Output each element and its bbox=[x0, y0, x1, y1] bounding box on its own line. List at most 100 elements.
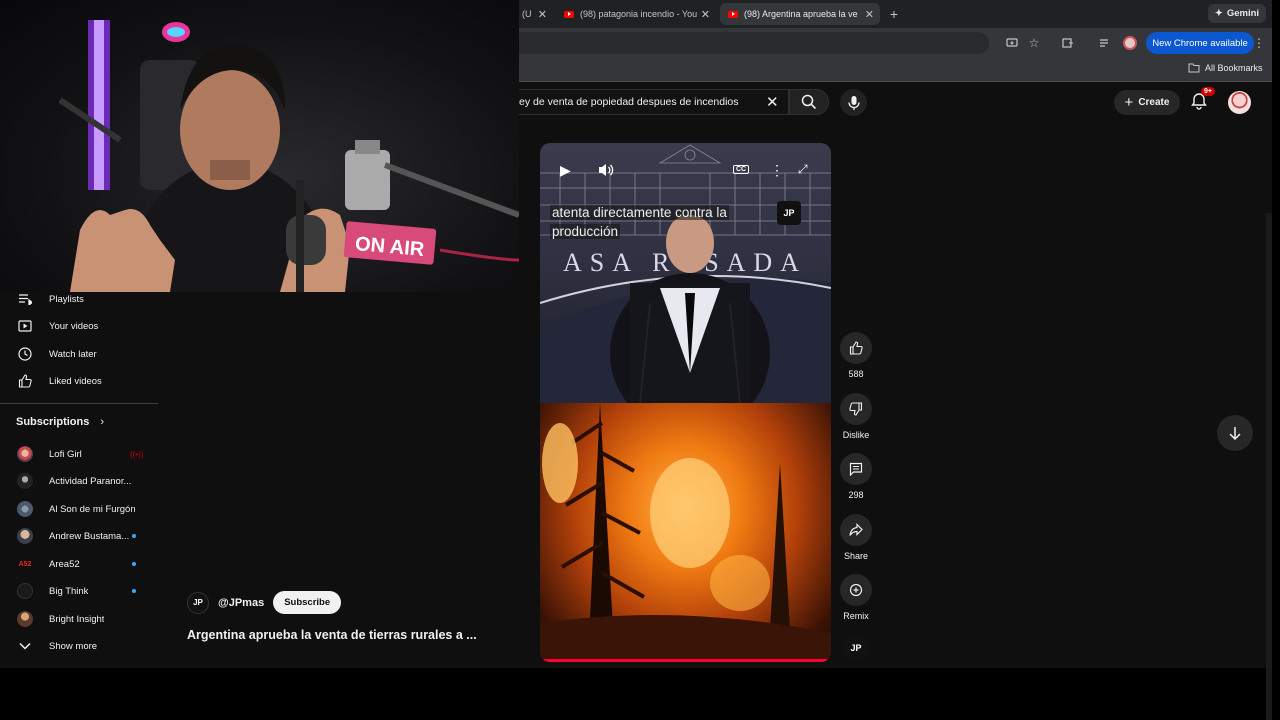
new-chrome-available-button[interactable]: New Chrome available bbox=[1146, 32, 1254, 54]
channel-row: JP @JPmas Subscribe bbox=[187, 591, 342, 614]
tab-2-close-icon[interactable]: ✕ bbox=[701, 8, 710, 21]
extensions-icon[interactable] bbox=[1060, 35, 1076, 51]
subscription-label: Bright Insight bbox=[49, 613, 105, 625]
subscription-big-think[interactable]: Big Think bbox=[0, 578, 158, 604]
share-label: Share bbox=[843, 551, 869, 561]
subscription-andrew-bustamante[interactable]: Andrew Bustama... bbox=[0, 523, 158, 549]
bookmark-star-icon[interactable]: ☆ bbox=[1026, 35, 1042, 51]
video-caption: atenta directamente contra la producción bbox=[550, 203, 780, 241]
webcam-overlay: ON AIR bbox=[0, 0, 519, 292]
create-button[interactable]: + Create bbox=[1114, 90, 1180, 115]
sidebar-show-more[interactable]: Show more bbox=[0, 633, 158, 659]
shorts-video-player[interactable]: ASA ROSADA atenta directamente contra la… bbox=[540, 143, 831, 662]
tab-1[interactable]: (U ✕ bbox=[519, 3, 553, 25]
clear-search-icon[interactable]: ✕ bbox=[766, 93, 779, 111]
video-progress-bar[interactable] bbox=[540, 659, 831, 662]
tab-3-close-icon[interactable]: ✕ bbox=[865, 8, 874, 21]
channel-avatar bbox=[17, 501, 33, 517]
youtube-favicon-icon bbox=[564, 10, 574, 18]
omnibox[interactable] bbox=[519, 32, 989, 54]
like-button[interactable]: 588 bbox=[839, 332, 873, 379]
thumbs-up-icon bbox=[840, 332, 872, 364]
youtube-favicon-icon bbox=[728, 10, 738, 18]
channel-avatar[interactable]: JP bbox=[187, 591, 209, 614]
video-title[interactable]: Argentina aprueba la venta de tierras ru… bbox=[187, 628, 477, 642]
tab-1-close-icon[interactable]: ✕ bbox=[538, 8, 547, 21]
subscription-al-son-de-mi-furgon[interactable]: Al Son de mi Furgón bbox=[0, 496, 158, 522]
caption-line-1: atenta directamente contra la bbox=[550, 205, 729, 220]
channel-avatar: A52 bbox=[17, 556, 33, 572]
reading-list-icon[interactable] bbox=[1097, 35, 1113, 51]
channel-handle[interactable]: @JPmas bbox=[218, 597, 264, 609]
sidebar-item-your-videos[interactable]: Your videos bbox=[0, 313, 158, 339]
channel-avatar bbox=[17, 611, 33, 627]
share-button[interactable]: Share bbox=[839, 514, 873, 561]
sidebar-item-watch-later[interactable]: Watch later bbox=[0, 341, 158, 367]
channel-avatar bbox=[17, 583, 33, 599]
playlists-icon bbox=[17, 291, 33, 307]
more-options-icon[interactable]: ⋮ bbox=[770, 162, 784, 179]
subscription-label: Area52 bbox=[49, 558, 80, 570]
liked-videos-icon bbox=[17, 373, 33, 389]
like-count: 588 bbox=[848, 369, 864, 379]
chevron-down-icon bbox=[17, 638, 33, 654]
search-button[interactable] bbox=[789, 89, 829, 115]
remix-button[interactable]: Remix bbox=[839, 574, 873, 621]
subscription-actividad-paranormal[interactable]: Actividad Paranor... bbox=[0, 468, 158, 494]
share-icon bbox=[840, 514, 872, 546]
subscription-label: Actividad Paranor... bbox=[49, 475, 132, 487]
channel-logo-button[interactable]: JP bbox=[844, 636, 868, 660]
sidebar-item-label: Liked videos bbox=[49, 375, 102, 387]
subscription-label: Lofi Girl bbox=[49, 448, 82, 460]
watch-later-icon bbox=[17, 346, 33, 362]
subscription-label: Andrew Bustama... bbox=[49, 530, 130, 542]
profile-avatar-icon[interactable] bbox=[1122, 35, 1138, 51]
subscribe-button[interactable]: Subscribe bbox=[273, 591, 342, 614]
comments-button[interactable]: 298 bbox=[839, 453, 873, 500]
voice-search-button[interactable] bbox=[840, 89, 867, 116]
volume-icon[interactable] bbox=[597, 162, 615, 181]
play-icon[interactable]: ▶ bbox=[560, 162, 571, 179]
your-videos-icon bbox=[17, 318, 33, 334]
show-more-label: Show more bbox=[49, 640, 98, 652]
all-bookmarks-button[interactable]: All Bookmarks bbox=[1188, 63, 1263, 73]
page-scrollbar[interactable] bbox=[1266, 213, 1272, 720]
chrome-menu-icon[interactable]: ⋮ bbox=[1251, 35, 1267, 51]
new-content-dot bbox=[132, 534, 136, 538]
gemini-label: Gemini bbox=[1226, 8, 1260, 19]
subscriptions-header[interactable]: Subscriptions › bbox=[16, 416, 104, 428]
sidebar-item-label: Your videos bbox=[49, 320, 99, 332]
new-tab-button[interactable]: + bbox=[884, 3, 904, 25]
dislike-button[interactable]: Dislike bbox=[839, 393, 873, 440]
subscription-bright-insight[interactable]: Bright Insight bbox=[0, 606, 158, 632]
subscription-area52[interactable]: A52 Area52 bbox=[0, 551, 158, 577]
tab-1-title: (U bbox=[522, 9, 532, 19]
notifications-badge: 9+ bbox=[1201, 87, 1215, 96]
closed-captions-icon[interactable]: CC bbox=[733, 165, 750, 174]
sidebar-divider bbox=[0, 403, 158, 404]
forest-fire-illustration bbox=[540, 403, 831, 662]
gemini-button[interactable]: ✦ Gemini bbox=[1208, 4, 1266, 23]
new-content-dot bbox=[132, 589, 136, 593]
fullscreen-icon[interactable]: ⤢ bbox=[798, 162, 808, 177]
install-app-icon[interactable] bbox=[1004, 35, 1020, 51]
search-input[interactable]: ey de venta de popiedad despues de incen… bbox=[519, 89, 789, 115]
live-icon: ((•)) bbox=[130, 449, 144, 459]
folder-icon bbox=[1188, 63, 1200, 73]
gemini-sparkle-icon: ✦ bbox=[1214, 8, 1223, 19]
dislike-label: Dislike bbox=[842, 430, 870, 440]
tab-3-active[interactable]: (98) Argentina aprueba la ve ✕ bbox=[720, 3, 880, 25]
tab-3-title: (98) Argentina aprueba la ve bbox=[744, 9, 858, 19]
video-press-conference-frame: ASA ROSADA atenta directamente contra la… bbox=[540, 143, 831, 433]
sidebar-item-liked-videos[interactable]: Liked videos bbox=[0, 368, 158, 394]
channel-avatar bbox=[17, 528, 33, 544]
screen: (U ✕ (98) patagonia incendio - You ✕ (98… bbox=[0, 0, 1280, 720]
sidebar-item-label: Watch later bbox=[49, 348, 97, 360]
next-video-button[interactable] bbox=[1217, 415, 1253, 451]
subscription-lofi-girl[interactable]: Lofi Girl ((•)) bbox=[0, 441, 158, 467]
caption-line-2: producción bbox=[550, 224, 621, 239]
account-avatar[interactable] bbox=[1228, 91, 1251, 114]
remix-icon bbox=[840, 574, 872, 606]
tab-2[interactable]: (98) patagonia incendio - You ✕ bbox=[556, 3, 716, 25]
casa-rosada-backdrop: ASA ROSADA bbox=[540, 144, 831, 433]
